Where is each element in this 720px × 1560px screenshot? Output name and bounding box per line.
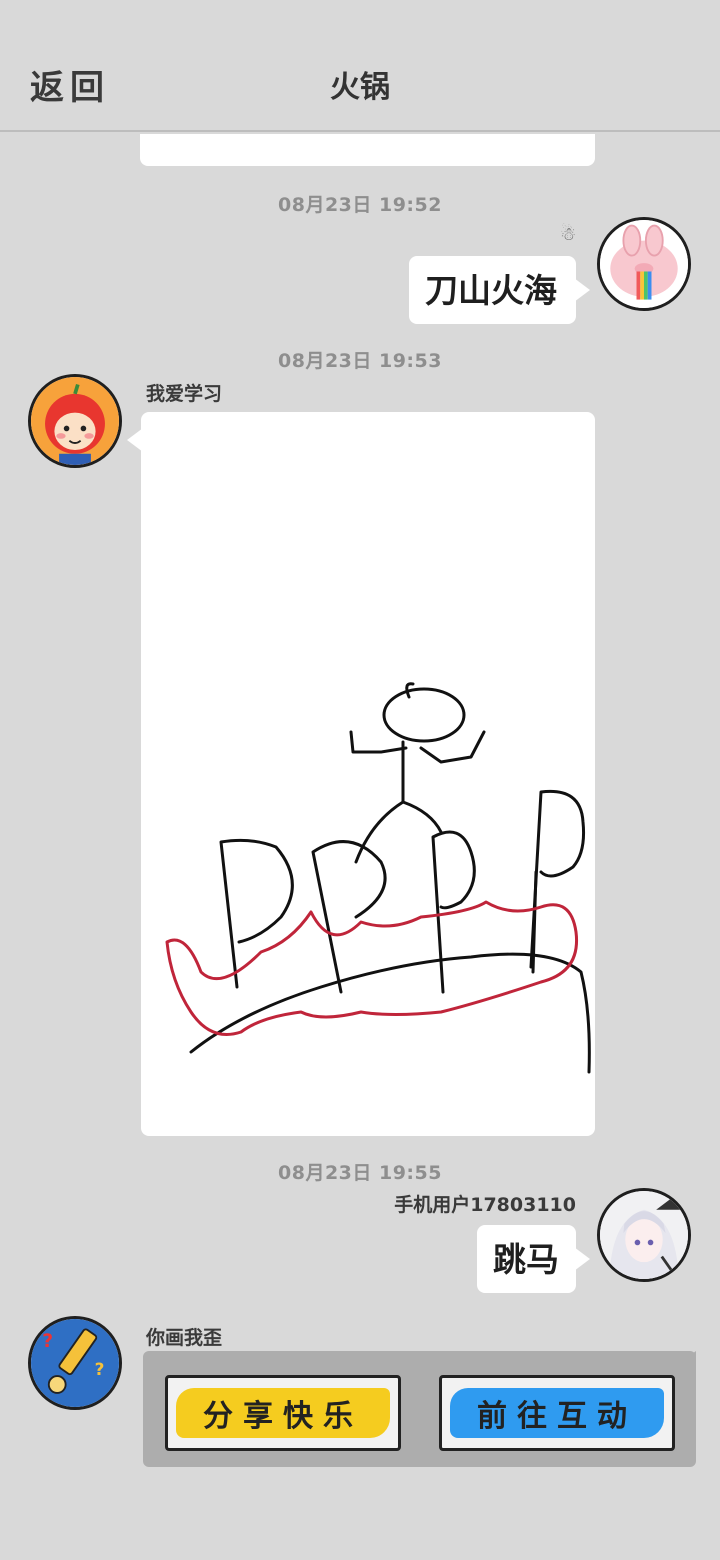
previous-message-bubble [140, 134, 595, 166]
message-timestamp: 08月23日 19:52 [278, 194, 442, 216]
chat-title: 火锅 [330, 70, 390, 105]
sender-name: 手机用户17803110 [394, 1194, 576, 1216]
message-bubble[interactable]: 刀山火海 [409, 256, 590, 324]
doodle-drawing [165, 682, 591, 1074]
white-hair-anime-girl-avatar[interactable] [597, 1188, 691, 1282]
drawing-message-bubble[interactable] [127, 412, 595, 1136]
person-outline-icon: ☃ [560, 224, 577, 245]
chat-list[interactable]: 08月23日 19:52 ☃ 刀山火海 08月23日 19:53 我爱学习 08… [0, 134, 720, 1560]
message-timestamp: 08月23日 19:53 [278, 350, 442, 372]
share-joy-button[interactable]: 分享快乐 [165, 1375, 401, 1451]
message-text: 跳马 [493, 1240, 559, 1279]
message-bubble[interactable]: 跳马 [477, 1225, 590, 1293]
message-timestamp: 08月23日 19:55 [278, 1162, 442, 1184]
apple-kid-avatar[interactable] [28, 374, 122, 468]
game-invite-card: 分享快乐 前往互动 [143, 1351, 696, 1467]
pencil-game-avatar[interactable]: ? ? [28, 1316, 122, 1410]
go-interact-button[interactable]: 前往互动 [439, 1375, 675, 1451]
top-bar: 返回 火锅 [0, 0, 720, 132]
svg-text:?: ? [42, 1331, 53, 1352]
sender-name: 你画我歪 [146, 1327, 223, 1349]
go-interact-label: 前往互动 [477, 1399, 637, 1434]
sender-name: 我爱学习 [146, 383, 223, 405]
share-joy-label: 分享快乐 [203, 1399, 363, 1434]
pink-rabbit-rainbow-avatar[interactable] [597, 217, 691, 311]
message-text: 刀山火海 [425, 271, 557, 310]
svg-text:?: ? [95, 1359, 105, 1379]
